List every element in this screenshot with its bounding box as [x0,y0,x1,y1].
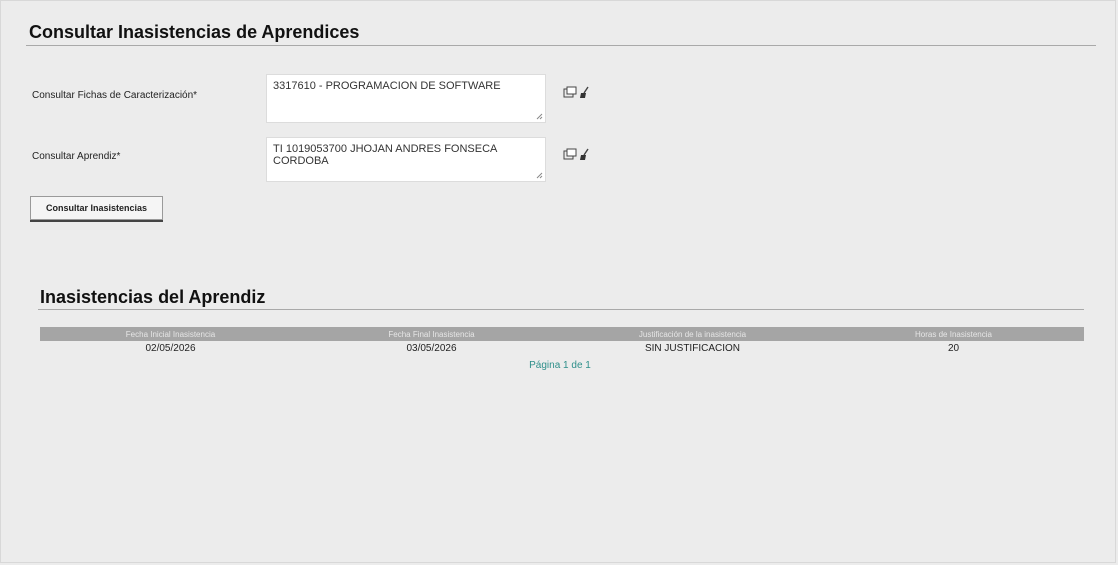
table-row[interactable]: 02/05/2026 03/05/2026 SIN JUSTIFICACION … [40,341,1084,355]
search-popup-icon[interactable] [563,148,577,161]
fichas-label: Consultar Fichas de Caracterización* [32,90,198,101]
fichas-value: 3317610 - PROGRAMACION DE SOFTWARE [273,80,501,92]
results-title: Inasistencias del Aprendiz [40,287,266,307]
column-header[interactable]: Fecha Inicial Inasistencia [40,327,301,341]
results-divider [38,309,1084,310]
inasistencias-table: Fecha Inicial Inasistencia Fecha Final I… [40,327,1084,355]
consultar-inasistencias-button[interactable]: Consultar Inasistencias [30,196,163,220]
cell-horas: 20 [947,342,960,354]
resize-grip-icon[interactable] [536,113,543,120]
page-frame [0,0,1116,563]
column-header[interactable]: Justificación de la inasistencia [562,327,823,341]
cell-fecha-inicial: 02/05/2026 [145,342,196,354]
clear-brush-icon[interactable] [579,86,591,99]
title-divider [26,45,1096,46]
aprendiz-label: Consultar Aprendiz* [32,151,121,162]
column-header[interactable]: Fecha Final Inasistencia [301,327,562,341]
cell-justificacion: SIN JUSTIFICACION [644,342,740,354]
page-title: Consultar Inasistencias de Aprendices [29,22,360,42]
fichas-actions [563,86,593,102]
column-header[interactable]: Horas de Inasistencia [823,327,1084,341]
cell-fecha-final: 03/05/2026 [406,342,457,354]
pagination-label[interactable]: Página 1 de 1 [460,360,660,371]
search-popup-icon[interactable] [563,86,577,99]
aprendiz-value: TI 1019053700 JHOJAN ANDRES FONSECA CORD… [273,143,497,167]
fichas-field[interactable]: 3317610 - PROGRAMACION DE SOFTWARE [266,74,546,123]
aprendiz-actions [563,148,593,164]
aprendiz-field[interactable]: TI 1019053700 JHOJAN ANDRES FONSECA CORD… [266,137,546,182]
table-header-row: Fecha Inicial Inasistencia Fecha Final I… [40,327,1084,341]
clear-brush-icon[interactable] [579,148,591,161]
resize-grip-icon[interactable] [536,172,543,179]
